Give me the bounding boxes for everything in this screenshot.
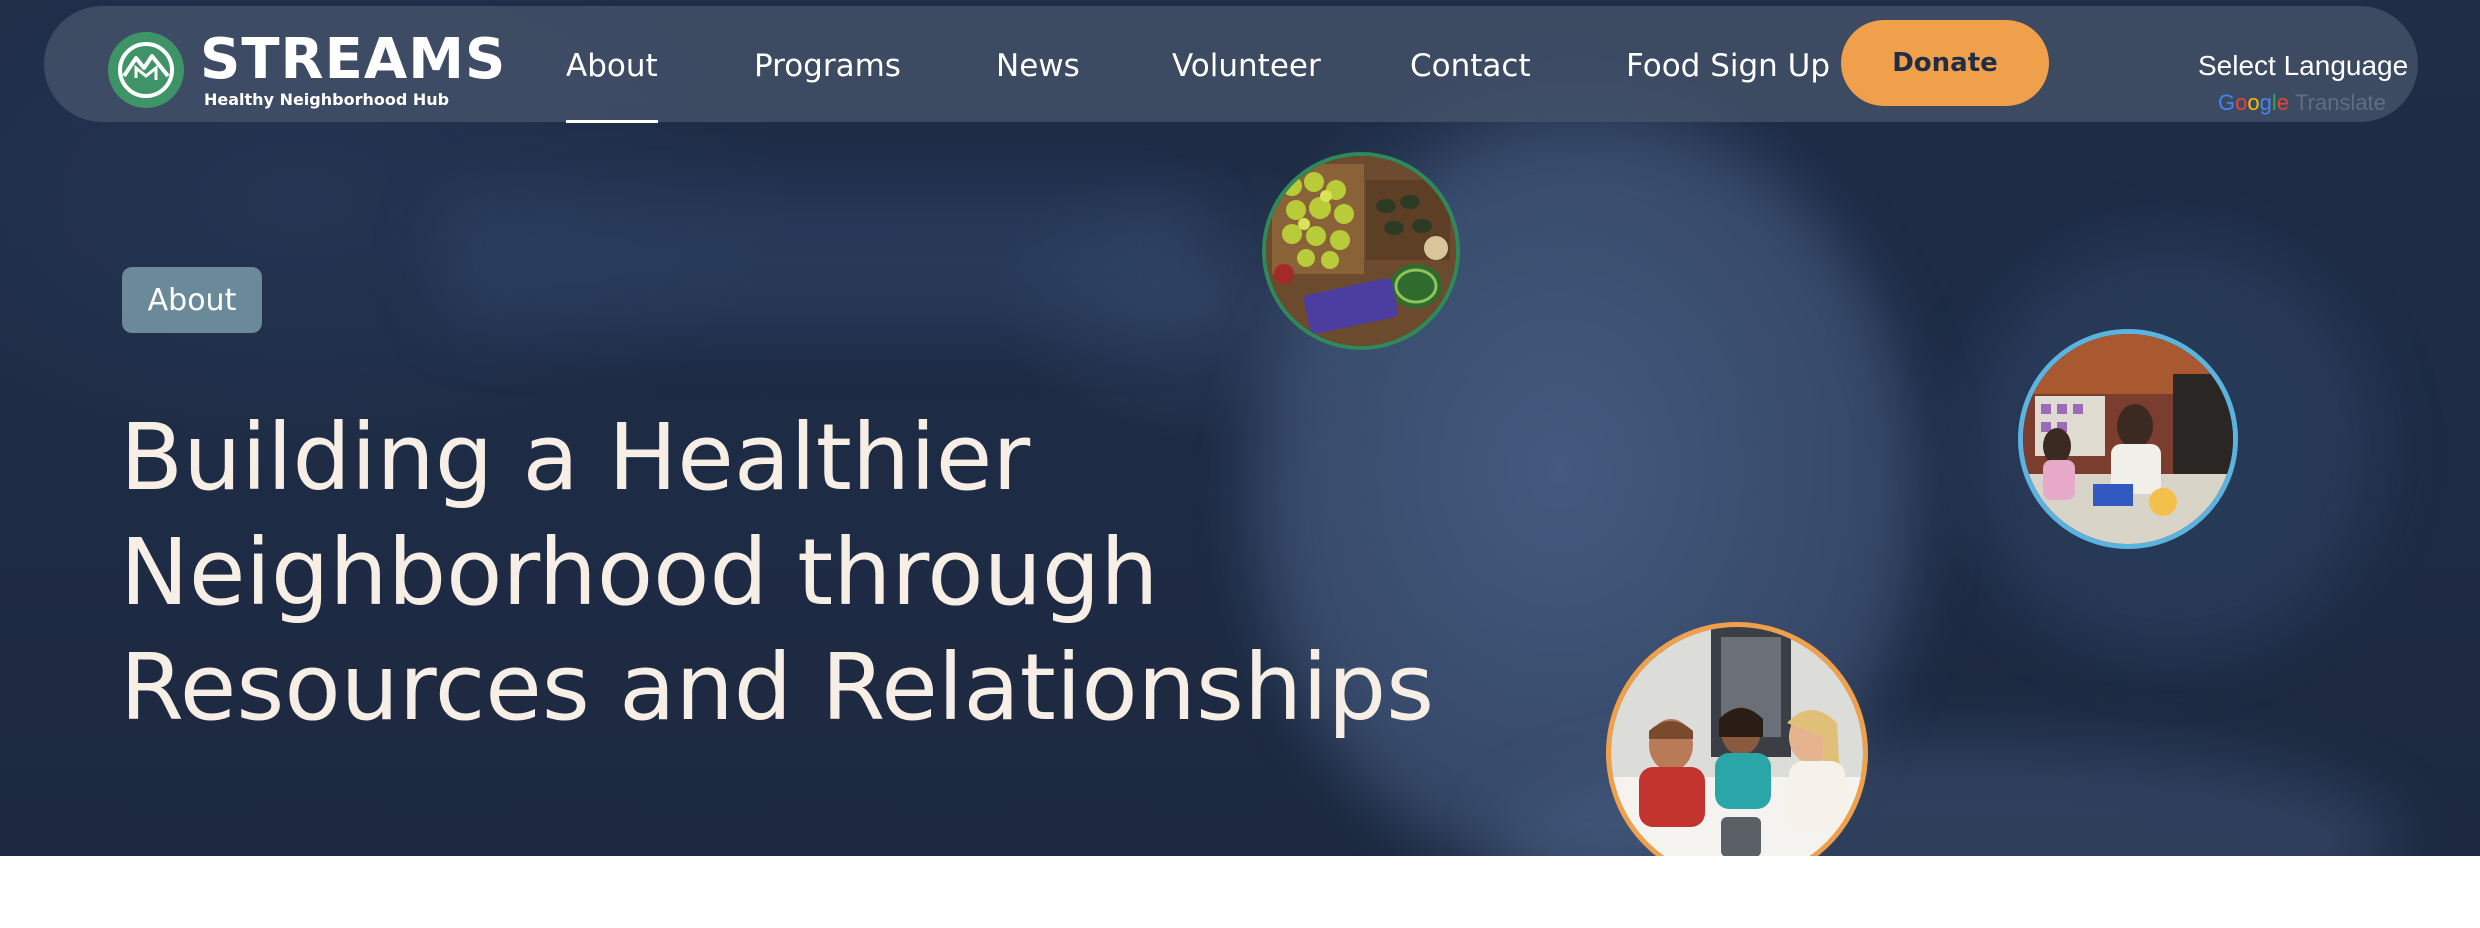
nav-item-news[interactable]: News — [996, 48, 1080, 84]
hero-section: STREAMS Healthy Neighborhood Hub About P… — [0, 0, 2480, 856]
produce-boxes-photo — [1262, 152, 1460, 350]
nav-item-about[interactable]: About — [566, 48, 658, 123]
translate-text: Translate — [2295, 90, 2386, 115]
hero-headline: Building a Healthier Neighborhood throug… — [120, 400, 1500, 745]
kitchen-activity-photo — [2018, 329, 2238, 549]
site-logo-link[interactable]: STREAMS Healthy Neighborhood Hub — [106, 30, 506, 110]
brand-name: STREAMS — [200, 26, 507, 92]
nav-item-food-sign-up[interactable]: Food Sign Up — [1626, 48, 1830, 84]
headline-line: Building a Healthier — [120, 404, 1031, 511]
google-logo-text: Google — [2218, 90, 2290, 115]
section-tag: About — [122, 267, 262, 333]
brand-tagline: Healthy Neighborhood Hub — [204, 89, 450, 109]
nav-item-contact[interactable]: Contact — [1410, 48, 1531, 84]
select-language-dropdown[interactable]: Select Language — [2198, 50, 2408, 82]
google-translate-attribution[interactable]: Google Translate — [2218, 90, 2386, 116]
main-navbar: STREAMS Healthy Neighborhood Hub About P… — [44, 6, 2418, 123]
nav-item-volunteer[interactable]: Volunteer — [1172, 48, 1321, 84]
hero-background-shape — [440, 190, 1200, 330]
donate-button[interactable]: Donate — [1841, 20, 2049, 106]
headline-line: Resources and Relationships — [120, 634, 1435, 741]
mountain-stream-logo-icon — [108, 32, 184, 108]
nav-item-programs[interactable]: Programs — [754, 48, 901, 84]
headline-line: Neighborhood through — [120, 519, 1159, 626]
